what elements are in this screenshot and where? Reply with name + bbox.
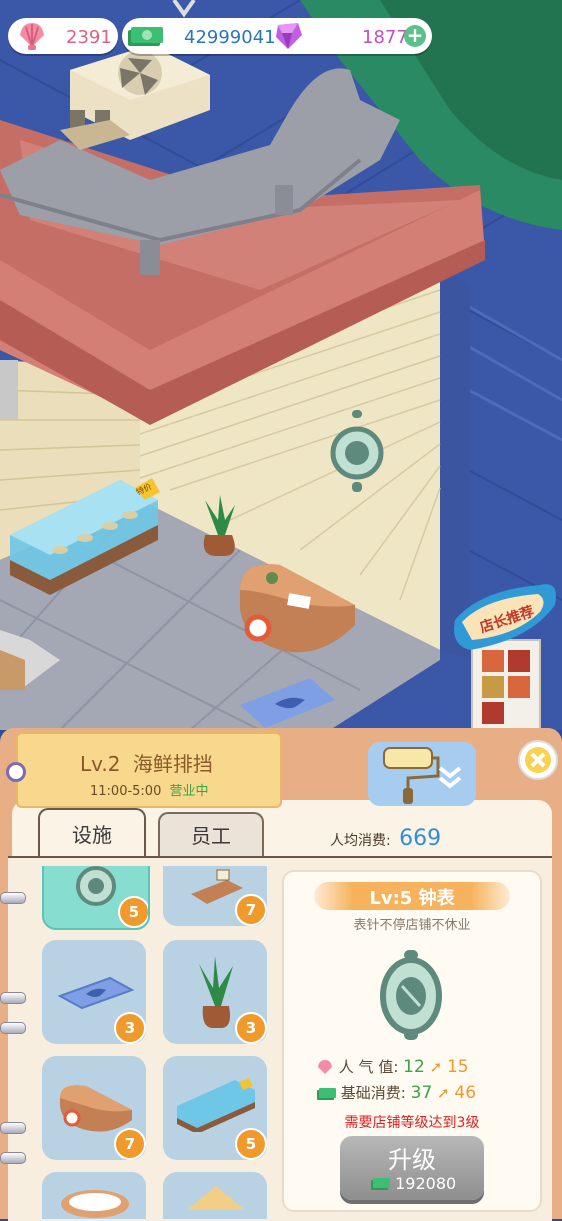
facility-item-display-stand[interactable]: 7 (163, 866, 267, 926)
facility-item-plate[interactable] (42, 1172, 146, 1219)
potted-plant-icon (199, 956, 233, 1028)
popularity-to: 15 (446, 1057, 469, 1077)
shells-counter: 2391 (8, 18, 118, 54)
upgrade-label: 升级 (388, 1146, 436, 1174)
roof-item-icon (187, 1186, 245, 1210)
paint-roller-icon (383, 747, 462, 804)
level-badge: 5 (118, 896, 148, 928)
ring-icon (0, 1152, 26, 1164)
level-badge: 7 (235, 894, 267, 926)
tab-facilities[interactable]: 设施 (38, 808, 146, 860)
gem-icon (276, 23, 302, 49)
facility-item-clock[interactable]: 5 (42, 866, 150, 930)
detail-title: Lv:5 钟表 (369, 888, 455, 909)
fish-mat-icon (57, 976, 135, 1010)
fish-tank-icon (177, 1078, 255, 1132)
cash-value: 42999041 (184, 27, 276, 48)
facility-detail-card: Lv:5 钟表 表针不停店铺不休业 人 气 值: 12 ➚ 15 基础消费: 3… (282, 870, 542, 1212)
ring-icon (0, 992, 26, 1004)
base-spend-label: 基础消费: (340, 1084, 406, 1102)
add-gems-button[interactable]: + (404, 25, 426, 47)
shop-name: 海鲜排挡 (132, 752, 213, 776)
cash-icon (317, 1088, 336, 1100)
plus-icon: + (406, 23, 424, 47)
detail-description: 表针不停店铺不休业 (353, 918, 471, 933)
avg-spend-value: 669 (399, 826, 442, 851)
arrow-up-icon: ➚ (429, 1058, 443, 1076)
level-badge: 3 (114, 1012, 146, 1044)
popularity-label: 人 气 值: (338, 1058, 399, 1076)
facility-item-counter[interactable]: 7 (42, 1056, 146, 1160)
facility-item-roof[interactable] (163, 1172, 267, 1219)
base-spend-row: 基础消费: 37 ➚ 46 (316, 1082, 476, 1103)
clock-icon (380, 950, 442, 1040)
requirement-warning: 需要店铺等级达到3级 (344, 1115, 480, 1131)
facility-grid[interactable]: 5 7 3 3 7 5 (26, 866, 280, 1219)
level-badge: 5 (235, 1128, 267, 1160)
ring-icon (0, 1022, 26, 1034)
facility-item-fish-tank[interactable]: 5 (163, 1056, 267, 1160)
business-hours: 11:00-5:00 (90, 784, 162, 799)
facility-item-plant[interactable]: 3 (163, 940, 267, 1044)
ring-icon (0, 892, 26, 904)
plate-icon (61, 1190, 129, 1218)
shop-level: Lv.2 (80, 752, 121, 776)
upgrade-cost-value: 192080 (395, 1174, 457, 1193)
upgrade-button[interactable]: 升级 192080 (340, 1136, 484, 1200)
decorate-button[interactable] (368, 742, 476, 806)
cash-icon (128, 27, 163, 46)
gems-value: 1877 (362, 27, 408, 48)
level-badge: 3 (235, 1012, 267, 1044)
top-hook-icon (172, 0, 196, 18)
ring-icon (0, 1122, 26, 1134)
popularity-from: 12 (403, 1057, 425, 1077)
popularity-row: 人 气 值: 12 ➚ 15 (316, 1056, 469, 1077)
close-button[interactable] (518, 740, 558, 780)
base-spend-to: 46 (454, 1083, 477, 1103)
upgrade-cost: 192080 (370, 1174, 456, 1193)
facility-item-fish-mat[interactable]: 3 (42, 940, 146, 1044)
ribbon-hole-icon (6, 762, 26, 782)
avg-spend-label: 人均消费: (330, 833, 391, 849)
game-scene[interactable]: 店长推荐 特价 (0, 0, 562, 730)
arrow-up-icon: ➚ (437, 1084, 450, 1102)
base-spend-from: 37 (410, 1083, 433, 1103)
tab-staff[interactable]: 员工 (158, 812, 264, 858)
shells-value: 2391 (66, 27, 112, 48)
avg-spend: 人均消费: 669 (330, 826, 441, 851)
level-badge: 7 (114, 1128, 146, 1160)
cash-icon (371, 1178, 390, 1190)
clock-icon (76, 866, 116, 906)
business-status: 营业中 (169, 784, 209, 799)
shell-icon (20, 23, 44, 50)
close-icon (525, 747, 551, 773)
shell-icon (318, 1060, 332, 1074)
cash-gems-counter: 42999041 1877 + (122, 18, 432, 54)
shop-title-ribbon: Lv.2 海鲜排挡 11:00-5:00 营业中 (16, 732, 282, 808)
